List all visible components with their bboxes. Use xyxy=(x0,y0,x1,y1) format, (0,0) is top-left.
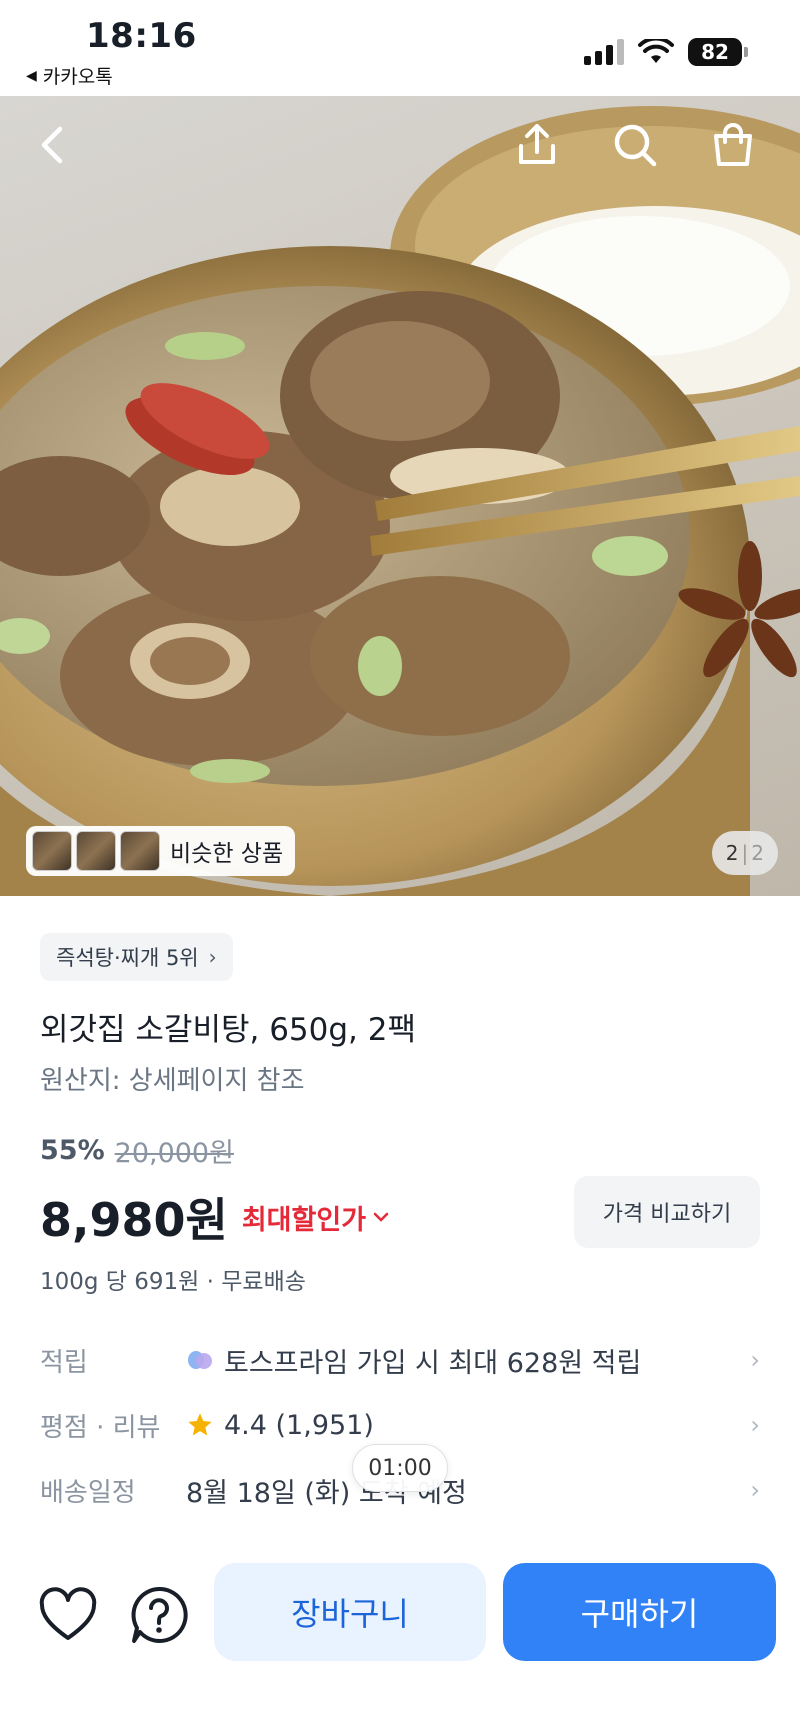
product-title: 외갓집 소갈비탕, 650g, 2팩 xyxy=(40,1012,416,1048)
best-price-dropdown[interactable]: 최대할인가 xyxy=(242,1198,390,1237)
battery-icon: 82 xyxy=(688,38,748,66)
chevron-right-icon: › xyxy=(750,1346,760,1374)
battery-level: 82 xyxy=(688,38,742,66)
search-button[interactable] xyxy=(610,120,660,170)
back-triangle-icon: ◀ xyxy=(26,67,37,84)
rating-label: 평점 · 리뷰 xyxy=(40,1412,161,1443)
similar-thumb xyxy=(32,831,72,871)
sale-price: 8,980원 xyxy=(40,1193,228,1247)
product-page: 18:16 ◀ 카카오톡 82 비슷한 상품 2 | 2 즉석탕·찌개 5위 ›… xyxy=(0,0,800,1731)
points-row[interactable]: 적립 토스프라임 가입 시 최대 628원 적립 › xyxy=(40,1338,760,1382)
product-photo xyxy=(0,106,800,896)
rating-value: 4.4 (1,951) xyxy=(224,1409,374,1441)
chevron-right-icon: › xyxy=(208,945,217,969)
star-icon xyxy=(188,1413,212,1436)
share-icon xyxy=(519,124,555,164)
page-separator: | xyxy=(741,841,749,865)
discount-row: 55% 20,000원 xyxy=(40,1131,234,1170)
unit-price-shipping: 100g 당 691원 · 무료배송 xyxy=(40,1269,306,1295)
search-icon xyxy=(614,124,657,167)
buy-now-button[interactable]: 구매하기 xyxy=(503,1563,776,1661)
back-app-label: 카카오톡 xyxy=(42,66,113,88)
back-icon xyxy=(41,126,63,164)
back-button[interactable] xyxy=(28,120,78,170)
original-price: 20,000원 xyxy=(114,1138,234,1169)
similar-thumb xyxy=(120,831,160,871)
cart-nav-button[interactable] xyxy=(708,120,758,170)
status-bar: 18:16 ◀ 카카오톡 82 xyxy=(0,0,800,96)
similar-products-button[interactable]: 비슷한 상품 xyxy=(26,826,296,876)
price-compare-button[interactable]: 가격 비교하기 xyxy=(574,1176,760,1248)
heart-icon[interactable] xyxy=(38,1586,98,1646)
wifi-icon xyxy=(638,39,674,63)
shopping-bag-icon xyxy=(714,123,752,166)
countdown-timer: 01:00 xyxy=(352,1444,448,1492)
delivery-label: 배송일정 xyxy=(40,1477,136,1508)
status-time: 18:16 xyxy=(86,16,197,56)
chevron-right-icon: › xyxy=(750,1411,760,1439)
product-origin: 원산지: 상세페이지 참조 xyxy=(40,1066,305,1096)
similar-thumb xyxy=(76,831,116,871)
question-icon[interactable] xyxy=(128,1584,190,1646)
category-rank-chip[interactable]: 즉석탕·찌개 5위 › xyxy=(40,933,233,981)
price-row: 8,980원 최대할인가 xyxy=(40,1184,390,1250)
chevron-down-icon xyxy=(373,1212,389,1222)
status-indicators: 82 xyxy=(584,38,748,66)
bottom-action-bar: 장바구니 구매하기 xyxy=(0,1540,800,1731)
add-to-cart-button[interactable]: 장바구니 xyxy=(214,1563,486,1661)
discount-rate: 55% xyxy=(40,1135,105,1166)
chevron-right-icon: › xyxy=(750,1476,760,1504)
share-button[interactable] xyxy=(512,120,562,170)
rating-review-row[interactable]: 평점 · 리뷰 4.4 (1,951) › xyxy=(40,1403,760,1447)
points-label: 적립 xyxy=(40,1347,88,1378)
page-total: 2 xyxy=(751,841,764,865)
rank-chip-label: 즉석탕·찌개 5위 xyxy=(56,946,199,970)
similar-products-label: 비슷한 상품 xyxy=(170,841,284,867)
page-current: 2 xyxy=(725,841,739,865)
toss-prime-icon xyxy=(188,1351,212,1369)
cellular-signal-icon xyxy=(584,39,624,65)
back-to-app-link[interactable]: ◀ 카카오톡 xyxy=(26,62,113,89)
product-image-carousel[interactable]: 비슷한 상품 2 | 2 xyxy=(0,96,800,896)
hero-nav-bar xyxy=(0,96,800,186)
best-price-label: 최대할인가 xyxy=(241,1204,367,1236)
image-page-indicator: 2 | 2 xyxy=(711,831,778,875)
points-value: 토스프라임 가입 시 최대 628원 적립 xyxy=(224,1347,642,1379)
